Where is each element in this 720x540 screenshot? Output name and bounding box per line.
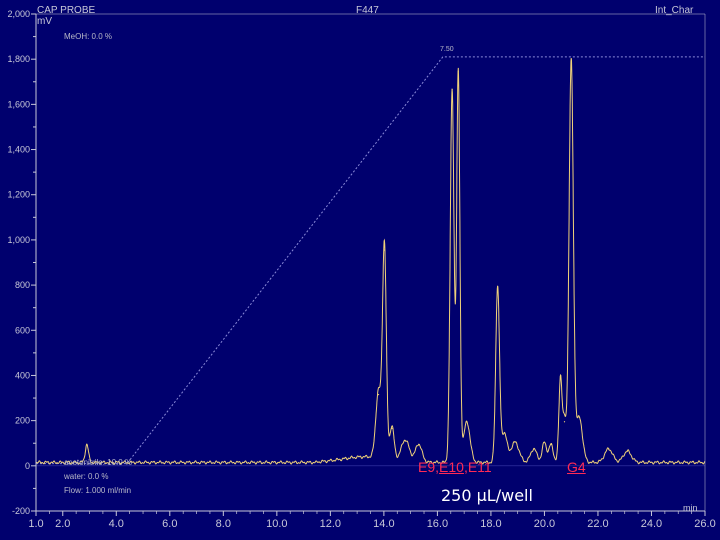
peak-apex xyxy=(543,441,546,443)
signal-trace xyxy=(35,57,706,465)
y-tick-label: 1,400 xyxy=(7,145,30,155)
peak-apex xyxy=(451,89,453,91)
peak-apex xyxy=(559,375,562,378)
y-tick-label: 400 xyxy=(15,370,30,380)
peak-apex xyxy=(514,441,516,443)
condition-acetonitrile: acetonitrile: 10.0 % xyxy=(64,458,133,467)
condition-flow: Flow: 1.000 ml/min xyxy=(64,486,132,495)
y-axis-unit: mV xyxy=(37,16,52,27)
peak-apex xyxy=(578,416,580,418)
y-tick-label: 1,600 xyxy=(7,99,30,109)
y-tick-label: 1,000 xyxy=(7,235,30,245)
peak-apex xyxy=(533,448,535,450)
x-tick-label: 16.0 xyxy=(427,518,448,530)
x-tick-label: 20.0 xyxy=(534,518,555,530)
peak-apex xyxy=(563,421,566,423)
chart-title-left: CAP PROBE xyxy=(37,5,96,16)
x-tick-label: 4.0 xyxy=(109,518,124,530)
fraction-label-e: E9,E10,E11 xyxy=(418,459,492,475)
peak-apex xyxy=(570,59,572,61)
peak-apex xyxy=(86,443,88,445)
x-tick-label: 10.0 xyxy=(266,518,287,530)
y-tick-label: 800 xyxy=(15,280,30,290)
x-tick-label: 14.0 xyxy=(373,518,394,530)
x-tick-label: 26.0 xyxy=(694,518,715,530)
peak-apex xyxy=(626,450,628,452)
chart-title-right: Int_Char xyxy=(655,5,694,16)
y-tick-label: 200 xyxy=(15,416,30,426)
fraction-e10: E10 xyxy=(439,459,464,475)
peak-apex xyxy=(608,448,610,450)
x-tick-label: 8.0 xyxy=(216,518,231,530)
peak-apex xyxy=(418,443,420,445)
chart-title-center: F447 xyxy=(356,5,379,16)
x-tick-label: 18.0 xyxy=(480,518,501,530)
x-tick-label: 1.0 xyxy=(28,518,43,530)
fraction-e11: ,E11 xyxy=(463,459,492,475)
axes xyxy=(35,13,706,512)
signal-trace-group xyxy=(35,57,706,465)
peak-apex xyxy=(391,427,393,430)
peak-apex xyxy=(383,249,386,251)
y-tick-label: 1,800 xyxy=(7,54,30,64)
mobile-phase-note: MeOH: 0.0 % xyxy=(64,32,113,41)
peak-apex xyxy=(503,432,505,434)
x-axis-ticks: 1.0 2.0 4.0 6.0 8.0 10.0 12.0 14.0 16.0 18.0 20.0 2… xyxy=(28,511,716,530)
y-tick-label: -200 xyxy=(12,506,30,516)
fraction-g4: G4 xyxy=(567,459,586,475)
condition-water: water: 0.0 % xyxy=(64,472,109,481)
y-tick-label: 2,000 xyxy=(7,9,30,19)
y-axis-ticks: 2,000 1,800 1,600 1,400 1,200 1,000 800 600 400 2… xyxy=(7,9,36,516)
gradient-profile xyxy=(36,56,705,465)
x-tick-label: 22.0 xyxy=(587,518,608,530)
peak-apex xyxy=(457,71,459,73)
x-axis-label: min xyxy=(683,503,698,513)
volume-per-well-label: 250 µL/well xyxy=(441,486,533,505)
x-tick-label: 2.0 xyxy=(55,518,70,530)
peak-apex xyxy=(550,443,552,445)
gradient-line xyxy=(36,56,705,465)
x-tick-label: 24.0 xyxy=(641,518,662,530)
y-tick-label: 600 xyxy=(15,325,30,335)
peak-apex xyxy=(466,421,468,423)
peak-top-label: 7.50 xyxy=(440,46,454,53)
x-tick-label: 12.0 xyxy=(320,518,341,530)
y-tick-label: 1,200 xyxy=(7,190,30,200)
y-tick-label: 0 xyxy=(25,461,30,471)
peak-apex xyxy=(404,440,406,442)
peak-apex xyxy=(377,394,380,396)
fraction-label-g4: G4 xyxy=(567,459,586,475)
peak-apex xyxy=(497,285,499,287)
x-tick-label: 6.0 xyxy=(162,518,177,530)
fraction-e9: E9, xyxy=(418,459,440,475)
